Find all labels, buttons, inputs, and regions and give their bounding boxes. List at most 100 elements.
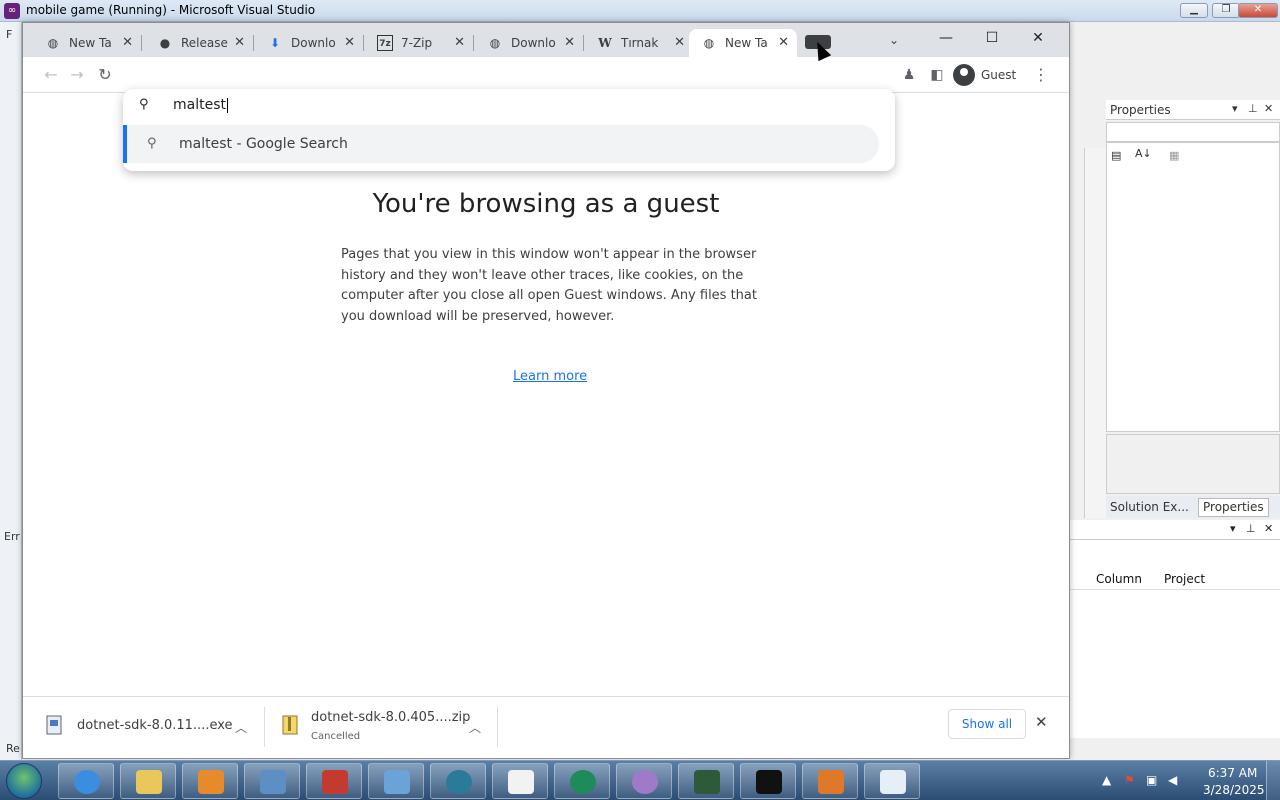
vs-window-title: mobile game (Running) - Microsoft Visual… bbox=[26, 3, 316, 17]
download-icon: ⬇ bbox=[269, 36, 281, 50]
browser-globe-icon[interactable] bbox=[554, 763, 610, 799]
properties-object-combo[interactable] bbox=[1106, 122, 1280, 142]
tab-label: New Ta bbox=[69, 36, 112, 50]
omnibox-suggestion[interactable]: ⚲ maltest - Google Search bbox=[123, 125, 879, 163]
suggestion-text: maltest - Google Search bbox=[179, 136, 348, 152]
side-panel-icon[interactable]: ◧ bbox=[925, 63, 949, 87]
properties-grid[interactable]: ▤ A↓ ▦ bbox=[1106, 142, 1280, 432]
show-desktop-button[interactable] bbox=[1266, 761, 1280, 800]
wikipedia-icon: W bbox=[598, 36, 612, 50]
notepad-icon[interactable] bbox=[492, 763, 548, 799]
close-tab-icon[interactable]: ✕ bbox=[564, 35, 575, 50]
column-header-column[interactable]: Column bbox=[1096, 572, 1142, 586]
avatar-icon bbox=[953, 64, 975, 86]
chevron-up-icon[interactable]: ︿ bbox=[235, 719, 247, 736]
globe-icon: ◍ bbox=[703, 36, 715, 50]
security-alert-icon[interactable]: ⚑ bbox=[1124, 773, 1135, 787]
tab-label: New Ta bbox=[725, 36, 768, 50]
guest-page: You're browsing as a guest Pages that yo… bbox=[23, 93, 1069, 696]
browser-tab-active[interactable]: ◍ New Ta ✕ bbox=[689, 29, 797, 57]
close-window-button[interactable]: ✕ bbox=[1015, 25, 1061, 51]
tray-expand-icon[interactable]: ▲ bbox=[1102, 773, 1111, 787]
close-tab-icon[interactable]: ✕ bbox=[778, 35, 789, 50]
clock-time[interactable]: 6:37 AM bbox=[1208, 766, 1257, 780]
pin-icon[interactable]: ⊥ bbox=[1248, 102, 1258, 115]
property-pages-icon[interactable]: ▦ bbox=[1169, 149, 1179, 162]
vs-restore-button[interactable]: ❐ bbox=[1212, 3, 1240, 18]
vs-menu-stub[interactable]: F bbox=[6, 28, 12, 41]
pane-dropdown-icon[interactable]: ▾ bbox=[1230, 522, 1236, 535]
omnibox-input[interactable]: maltest bbox=[173, 97, 228, 113]
clock-date[interactable]: 3/28/2025 bbox=[1203, 783, 1265, 797]
forward-button[interactable]: → bbox=[65, 63, 89, 87]
properties-title: Properties bbox=[1110, 103, 1171, 117]
download-status: Cancelled bbox=[311, 731, 361, 742]
close-tab-icon[interactable]: ✕ bbox=[674, 35, 685, 50]
close-tab-icon[interactable]: ✕ bbox=[122, 35, 133, 50]
chrome-globe-icon[interactable] bbox=[430, 763, 486, 799]
show-all-button[interactable]: Show all bbox=[948, 709, 1026, 739]
tab-separator bbox=[141, 35, 142, 51]
download-item[interactable]: dotnet-sdk-8.0.11....exe ︿ bbox=[23, 697, 263, 757]
document-icon[interactable] bbox=[864, 763, 920, 799]
tab-properties[interactable]: Properties bbox=[1198, 498, 1269, 517]
tab-label: 7-Zip bbox=[401, 36, 433, 50]
menu-kebab-icon[interactable]: ⋮ bbox=[1029, 63, 1053, 87]
pin-icon[interactable]: ⊥ bbox=[1246, 522, 1256, 535]
browser-tab[interactable]: W Tırnak ✕ bbox=[585, 29, 693, 57]
browser-tab[interactable]: ● Release ✕ bbox=[145, 29, 253, 57]
reload-button[interactable]: ↻ bbox=[93, 63, 117, 87]
download-item[interactable]: dotnet-sdk-8.0.405....zip Cancelled ︿ bbox=[265, 697, 497, 757]
globe-icon: ◍ bbox=[489, 36, 501, 50]
close-shelf-icon[interactable]: ✕ bbox=[1035, 713, 1048, 731]
internet-explorer-icon[interactable] bbox=[58, 763, 114, 799]
tab-strip: ◍ New Ta ✕ ● Release ✕ ⬇ Downlo ✕ 7z 7-Z… bbox=[23, 23, 1069, 57]
vs-error-list-stub[interactable]: Err bbox=[4, 530, 20, 543]
close-tab-icon[interactable]: ✕ bbox=[344, 35, 355, 50]
control-panel-icon[interactable] bbox=[368, 763, 424, 799]
vs-close-button[interactable]: ✕ bbox=[1238, 3, 1278, 18]
browser-tab[interactable]: ◍ Downlo ✕ bbox=[475, 29, 583, 57]
network-icon[interactable]: ▣ bbox=[1146, 773, 1157, 787]
maximize-button[interactable]: ☐ bbox=[969, 25, 1015, 51]
start-button[interactable] bbox=[6, 763, 42, 799]
close-tab-icon[interactable]: ✕ bbox=[234, 35, 245, 50]
text-caret bbox=[227, 97, 228, 113]
tab-search-chevron-icon[interactable]: ⌄ bbox=[889, 33, 899, 47]
github-icon: ● bbox=[159, 36, 171, 50]
chrome-window: ◍ New Ta ✕ ● Release ✕ ⬇ Downlo ✕ 7z 7-Z… bbox=[22, 22, 1070, 759]
chevron-up-icon[interactable]: ︿ bbox=[469, 719, 481, 736]
tab-solution-explorer[interactable]: Solution Ex... bbox=[1110, 500, 1189, 514]
vs-minimize-button[interactable]: ▁ bbox=[1180, 3, 1208, 18]
volume-muted-icon[interactable]: ◀ bbox=[1168, 773, 1177, 787]
browser-tab[interactable]: 7z 7-Zip ✕ bbox=[365, 29, 473, 57]
incognito-extension-icon[interactable]: ♟ bbox=[897, 63, 921, 87]
close-icon[interactable]: ✕ bbox=[1264, 102, 1273, 115]
categorized-icon[interactable]: ▤ bbox=[1111, 149, 1121, 162]
download-filename: dotnet-sdk-8.0.11....exe bbox=[77, 718, 233, 733]
profile-button[interactable]: Guest bbox=[953, 61, 1016, 89]
omnibox-dropdown: ⚲ maltest ⚲ maltest - Google Search bbox=[123, 89, 895, 171]
visual-studio-icon[interactable] bbox=[802, 763, 858, 799]
browser-tab[interactable]: ⬇ Downlo ✕ bbox=[255, 29, 363, 57]
browser-tab[interactable]: ◍ New Ta ✕ bbox=[33, 29, 141, 57]
task-manager-icon[interactable] bbox=[678, 763, 734, 799]
media-player-icon[interactable] bbox=[182, 763, 238, 799]
hacker-tool-icon[interactable] bbox=[616, 763, 672, 799]
minimize-button[interactable]: — bbox=[923, 25, 969, 51]
command-prompt-icon[interactable] bbox=[740, 763, 796, 799]
sort-alphabetical-icon[interactable]: A↓ bbox=[1135, 147, 1152, 160]
close-tab-icon[interactable]: ✕ bbox=[454, 35, 465, 50]
back-button[interactable]: ← bbox=[39, 63, 63, 87]
toolbox-icon[interactable] bbox=[306, 763, 362, 799]
remote-desktop-icon[interactable] bbox=[244, 763, 300, 799]
file-explorer-icon[interactable] bbox=[120, 763, 176, 799]
tab-label: Release bbox=[181, 36, 228, 50]
vs-editor-scrollbar[interactable] bbox=[1084, 148, 1106, 518]
close-icon[interactable]: ✕ bbox=[1264, 522, 1273, 535]
column-header-project[interactable]: Project bbox=[1164, 572, 1205, 586]
pane-dropdown-icon[interactable]: ▾ bbox=[1232, 102, 1238, 115]
shelf-separator bbox=[497, 707, 498, 747]
learn-more-link[interactable]: Learn more bbox=[513, 369, 587, 384]
search-icon: ⚲ bbox=[139, 97, 149, 112]
